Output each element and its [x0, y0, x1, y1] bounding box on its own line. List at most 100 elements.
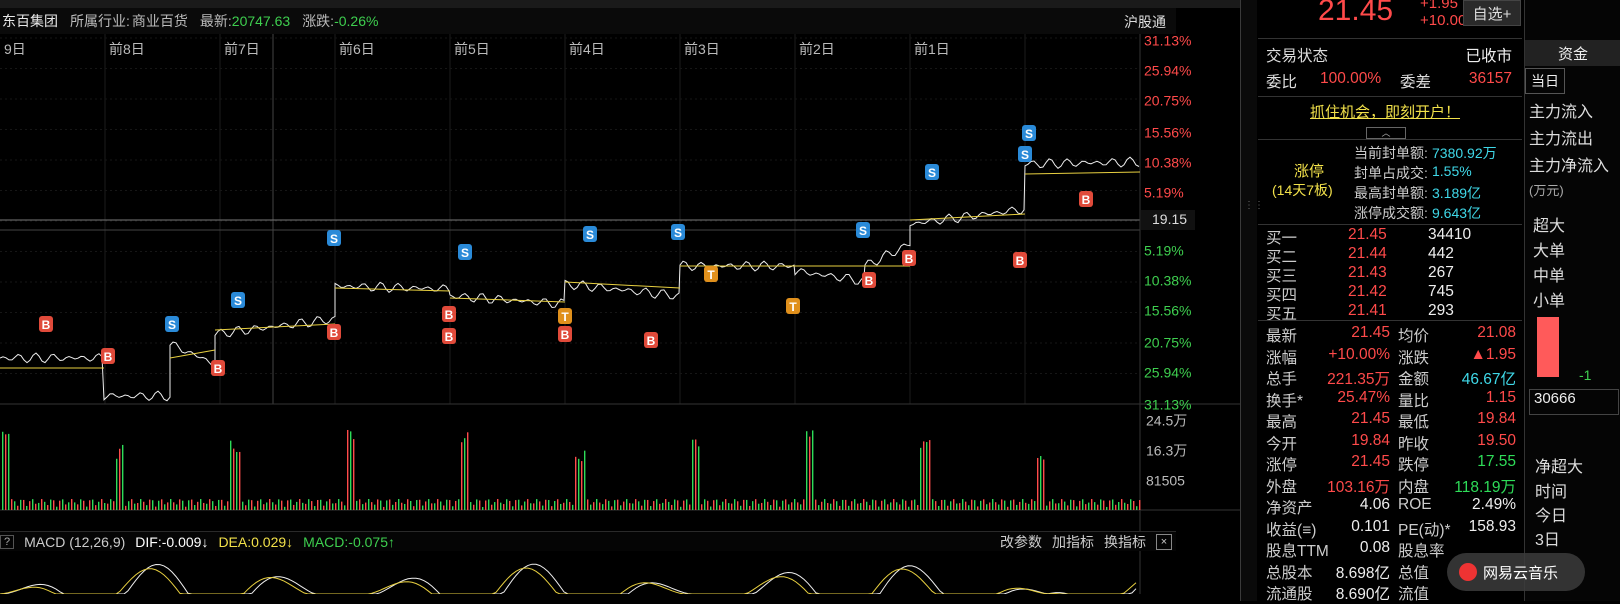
stats-row: 外盘 103.16万 内盘 118.19万 [1258, 475, 1522, 497]
close-icon[interactable]: × [1156, 533, 1172, 550]
current-price: 21.45 [1318, 0, 1394, 27]
volume-bar [152, 500, 154, 510]
volume-bar [440, 501, 442, 510]
limit-info-value: 7380.92万 [1432, 145, 1497, 161]
volume-bar [854, 499, 856, 510]
open-account-link[interactable]: 抓住机会，即刻开户！ [1310, 101, 1460, 122]
volume-bar [701, 504, 703, 510]
volume-bar [1025, 502, 1027, 510]
volume-bar [1040, 456, 1042, 510]
stat-value: ▲1.95 [1470, 345, 1516, 363]
volume-bar [110, 499, 112, 510]
volume-bar [1118, 502, 1120, 510]
multi-day-chart[interactable]: 9日 前8日 前7日 前6日 前5日 前4日 前3日 前2日 前1日 31.13% 25.94% 20… [0, 34, 1240, 594]
volume-bar [704, 499, 706, 510]
trade-marker-label: B [330, 326, 339, 340]
volume-bar [383, 506, 385, 510]
volume-bar [725, 499, 727, 510]
stat-label: 内盘 [1398, 478, 1430, 496]
latest-label: 最新: [199, 13, 232, 29]
stat-value: 17.55 [1477, 453, 1516, 470]
stats-row: 换手* 25.47% 量比 1.15 [1258, 389, 1522, 411]
stats-row: 涨幅 +10.00% 涨跌 ▲1.95 [1258, 346, 1522, 368]
volume-bar [959, 503, 961, 510]
hgt-badge[interactable]: 沪股通 [1124, 12, 1166, 32]
volume-bar [728, 503, 730, 510]
volume-bar [950, 501, 952, 510]
macd-name[interactable]: MACD (12,26,9) [24, 534, 125, 550]
volume-bar [770, 505, 772, 510]
volume-axis-label: 24.5万 [1146, 413, 1187, 429]
volume-bar [1067, 505, 1069, 510]
volume-bar [380, 500, 382, 510]
edit-params-button[interactable]: 改参数 [1000, 532, 1042, 552]
add-watchlist-button[interactable]: 自选+ [1463, 0, 1521, 26]
capital-flow-item: 主力净流入 [1529, 158, 1610, 175]
volume-bar [29, 501, 31, 510]
volume-bar [212, 501, 214, 510]
stat-value: 21.45 [1351, 324, 1390, 341]
volume-bar [992, 499, 994, 510]
volume-bar [68, 502, 70, 510]
volume-bar [479, 500, 481, 510]
add-indicator-button[interactable]: 加指标 [1052, 532, 1094, 552]
volume-bar [563, 502, 565, 510]
volume-bar [254, 506, 256, 510]
trade-marker-label: B [905, 252, 914, 266]
trade-marker-label: S [674, 226, 682, 240]
stock-name[interactable]: 东百集团 [2, 11, 58, 31]
day-label: 前4日 [569, 41, 605, 57]
volume-bar [191, 499, 193, 510]
volume-bar [893, 499, 895, 510]
volume-bar [818, 505, 820, 510]
volume-bar [695, 439, 697, 510]
volume-bar [1097, 504, 1099, 510]
collapse-chevron-icon[interactable]: ︿ [1366, 127, 1406, 139]
volume-bar [473, 504, 475, 510]
volume-axis-label: 81505 [1146, 473, 1185, 489]
volume-bar [368, 499, 370, 510]
volume-bar [953, 499, 955, 510]
stat-value: 25.47% [1337, 388, 1390, 406]
volume-bar [575, 456, 577, 510]
volume-bar [71, 499, 73, 510]
volume-bar [143, 501, 145, 510]
volume-bar [1133, 500, 1135, 510]
change-value: -0.26% [334, 13, 379, 29]
volume-bar [713, 500, 715, 510]
day-label: 前1日 [914, 41, 950, 57]
bid-price: 21.41 [1348, 302, 1387, 319]
trade-marker-label: B [445, 330, 454, 344]
volume-bar [788, 504, 790, 510]
question-icon[interactable]: ? [0, 534, 15, 549]
volume-bar [842, 499, 844, 510]
industry-value[interactable]: 商业百货 [132, 11, 188, 31]
neg-value: -1 [1579, 367, 1592, 383]
volume-bar [491, 504, 493, 510]
volume-bar [803, 499, 805, 510]
volume-bar [851, 501, 853, 510]
volume-bar [335, 503, 337, 510]
volume-bar [848, 505, 850, 510]
volume-bar [1022, 499, 1024, 510]
stat-label: 总手 [1266, 371, 1298, 388]
volume-bar [170, 499, 172, 510]
tab-today[interactable]: 当日 [1525, 68, 1565, 94]
switch-indicator-button[interactable]: 换指标 [1104, 532, 1146, 552]
volume-bar [773, 499, 775, 510]
dea-line [0, 567, 1137, 594]
volume-bar [215, 505, 217, 510]
volume-bar [752, 501, 754, 510]
volume-bar [824, 499, 826, 510]
netease-music-badge[interactable]: 网易云音乐 [1447, 553, 1585, 591]
tab-capital[interactable]: 资金 [1525, 40, 1620, 66]
volume-bar [557, 499, 559, 510]
dea-value: 0.029 [251, 533, 287, 550]
panel-splitter[interactable]: ⋮⋮ [1240, 0, 1264, 601]
volume-bar [290, 499, 292, 510]
volume-bar [173, 502, 175, 510]
volume-bar [1088, 502, 1090, 510]
bid-price: 21.42 [1348, 283, 1387, 300]
volume-bar [332, 503, 334, 510]
volume-bar [230, 440, 232, 510]
